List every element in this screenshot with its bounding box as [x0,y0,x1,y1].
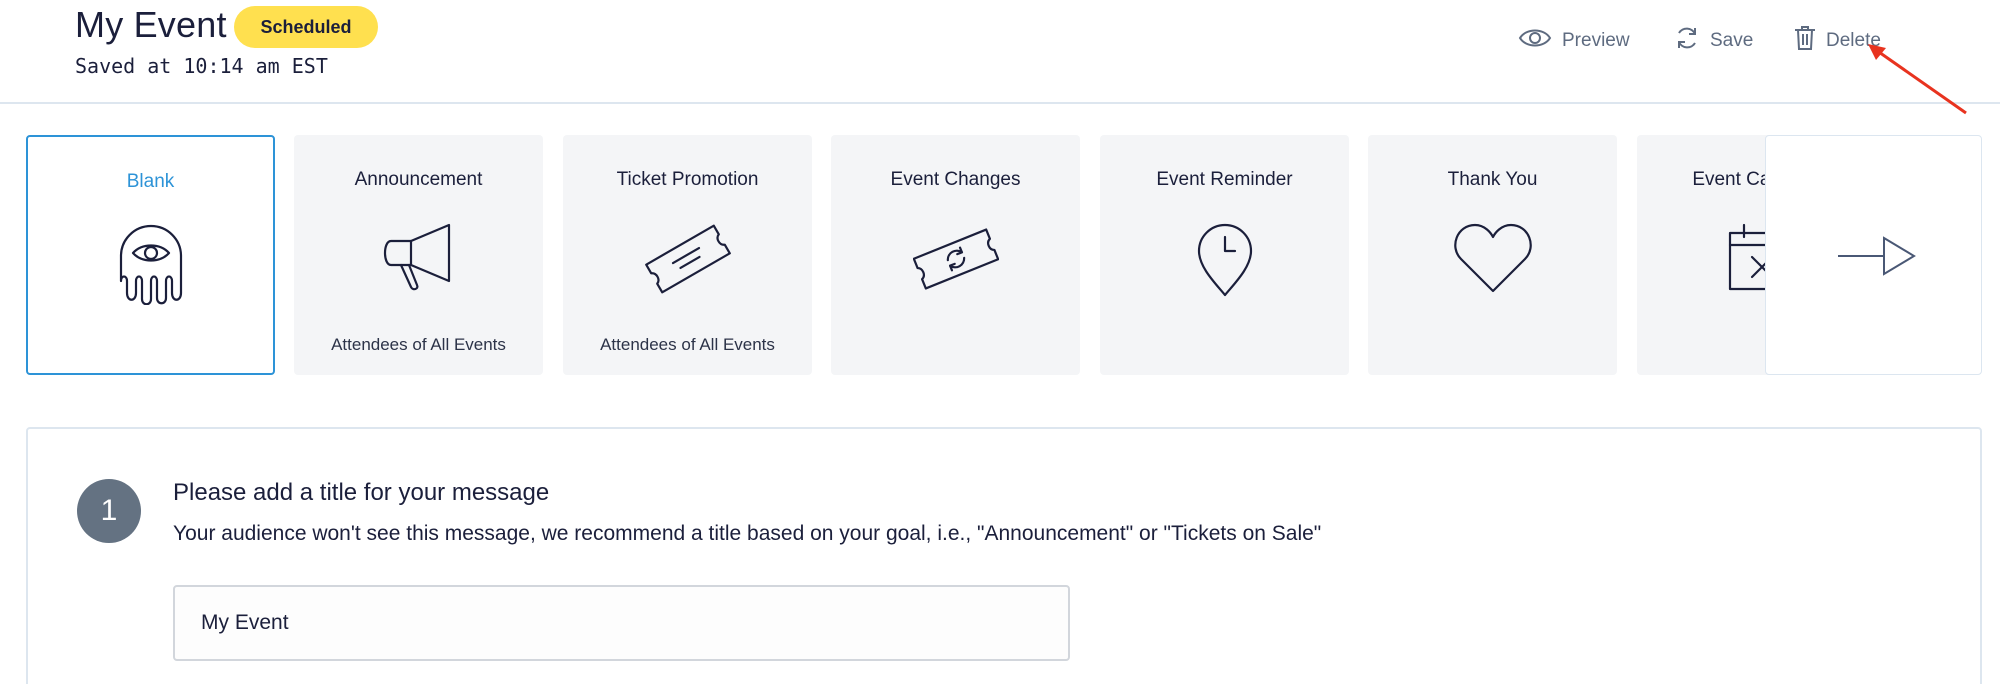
delete-button[interactable]: Delete [1794,24,1881,58]
carousel-next-button[interactable] [1765,135,1982,375]
page-title: My Event [75,4,227,45]
ticket-icon [644,221,731,302]
page-header: My Event Scheduled Saved at 10:14 am EST… [0,0,2000,104]
template-card-blank[interactable]: Blank [26,135,275,375]
megaphone-icon [381,221,457,298]
template-card-announcement[interactable]: Announcement Attendees of All Events [294,135,543,375]
template-title: Event Reminder [1156,169,1293,190]
template-title: Blank [126,171,175,192]
sync-icon [1674,25,1700,57]
save-label: Save [1710,30,1754,51]
heart-icon [1453,221,1533,298]
save-button[interactable]: Save [1674,24,1753,58]
preview-button[interactable]: Preview [1518,24,1630,58]
template-card-event-reminder[interactable]: Event Reminder [1100,135,1349,375]
step-panel-title: 1 Please add a title for your message Yo… [26,427,1982,684]
step-description: Your audience won't see this message, we… [173,522,1322,545]
delete-label: Delete [1826,30,1881,51]
template-title: Event Changes [890,169,1021,190]
trash-icon [1794,25,1816,57]
template-title: Announcement [354,169,483,190]
eye-icon [1518,26,1552,56]
template-card-ticket-promotion[interactable]: Ticket Promotion Attendees of All Events [563,135,812,375]
message-title-input[interactable] [173,585,1070,661]
template-title: Ticket Promotion [616,169,759,190]
step-number: 1 [77,479,141,543]
preview-label: Preview [1562,30,1630,51]
template-carousel: Blank Announcement Attendees of All Even… [26,135,1976,375]
template-card-thank-you[interactable]: Thank You [1368,135,1617,375]
template-audience: Attendees of All Events [600,335,775,354]
status-badge: Scheduled [234,6,378,48]
template-audience: Attendees of All Events [331,335,506,354]
template-card-event-changes[interactable]: Event Changes [831,135,1080,375]
ghost-icon [116,223,186,310]
template-title: Thank You [1447,169,1538,190]
step-title: Please add a title for your message [173,479,550,506]
map-pin-clock-icon [1195,221,1255,302]
ticket-refresh-icon [912,221,999,302]
saved-timestamp: Saved at 10:14 am EST [75,54,328,78]
